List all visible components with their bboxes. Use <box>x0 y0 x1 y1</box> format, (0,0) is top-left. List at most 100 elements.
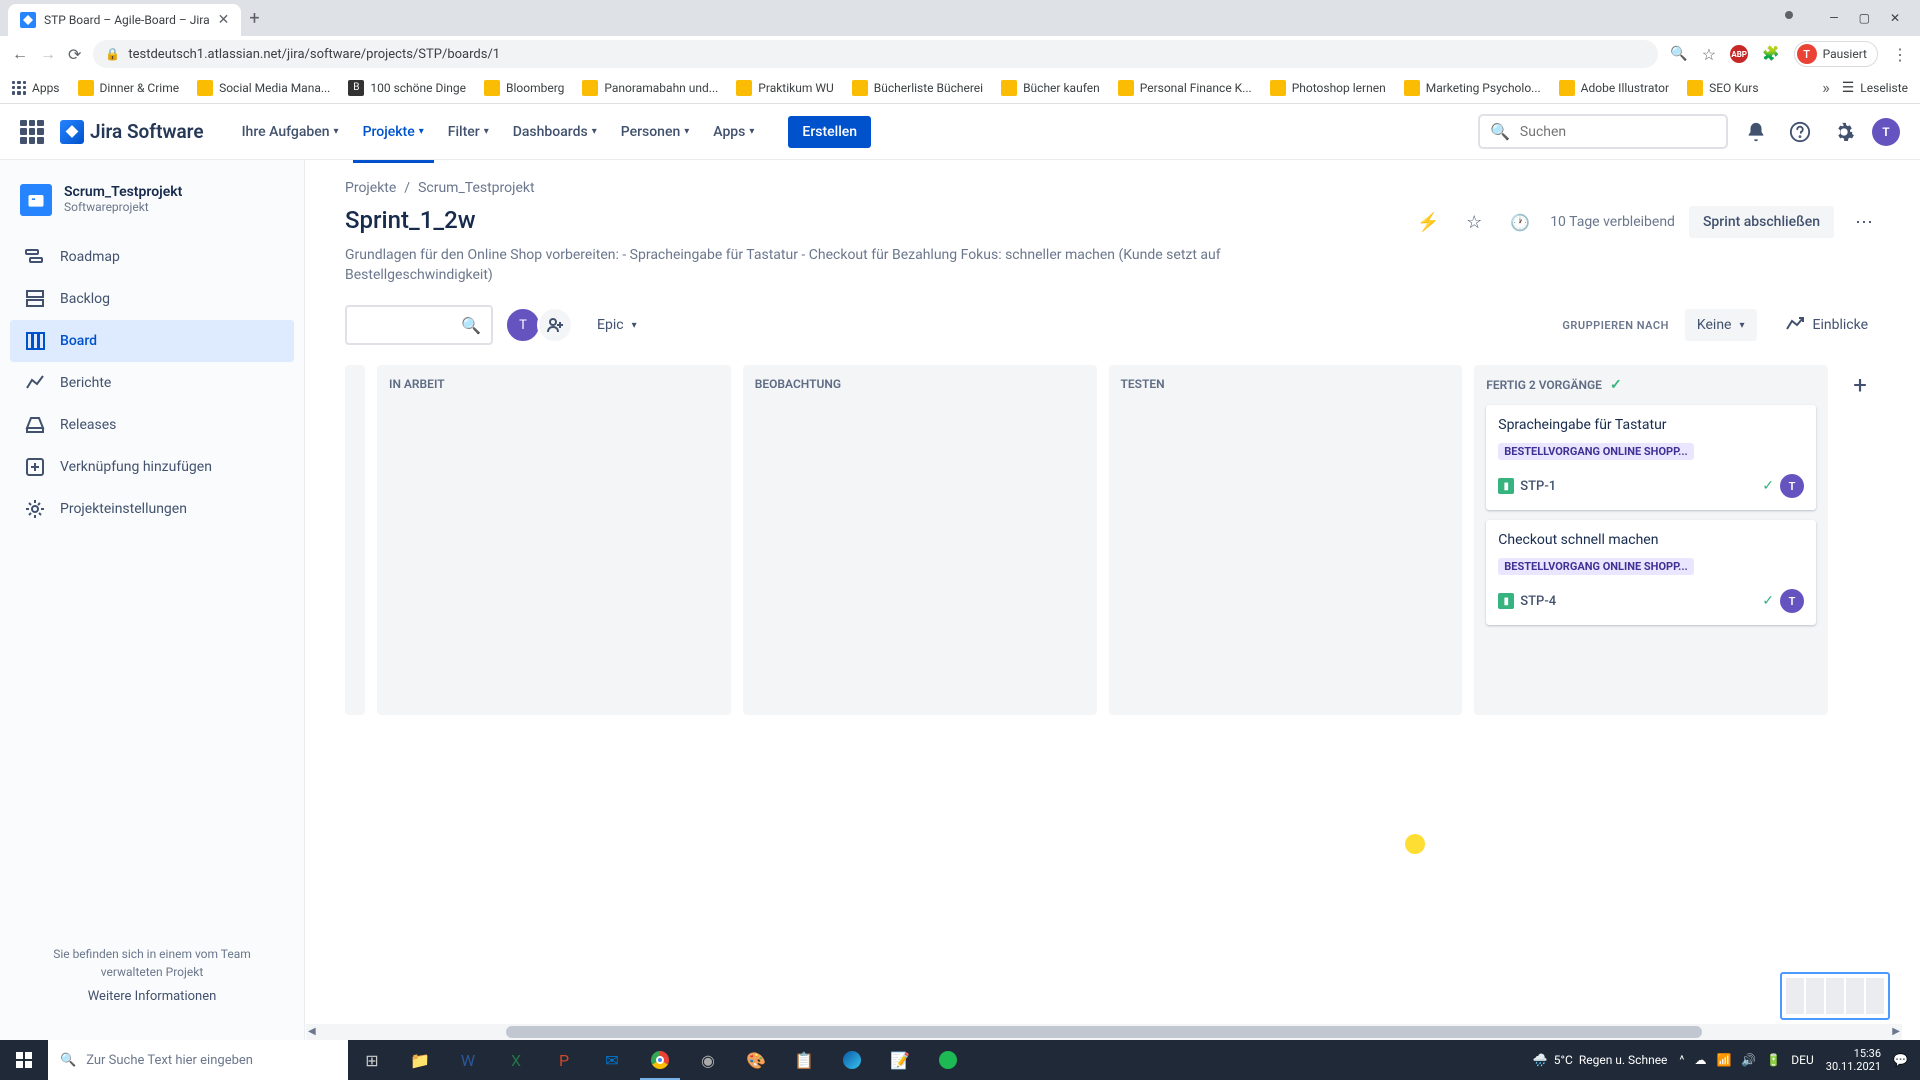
bookmark-item[interactable]: Marketing Psycholo... <box>1404 80 1541 96</box>
bookmark-item[interactable]: Personal Finance K... <box>1118 80 1252 96</box>
group-by-select[interactable]: Keine▾ <box>1685 309 1757 341</box>
automation-icon[interactable]: ⚡ <box>1412 206 1444 238</box>
complete-sprint-button[interactable]: Sprint abschließen <box>1689 206 1834 238</box>
bookmark-star-icon[interactable]: ☆ <box>1702 45 1716 64</box>
battery-icon[interactable]: 🔋 <box>1766 1053 1781 1067</box>
task-view-icon[interactable]: ⊞ <box>348 1040 396 1080</box>
sidebar-item-backlog[interactable]: Backlog <box>10 278 294 320</box>
browser-tab[interactable]: STP Board – Agile-Board – Jira ✕ <box>8 4 241 36</box>
bookmark-item[interactable]: B100 schöne Dinge <box>348 80 466 96</box>
add-people-button[interactable] <box>537 307 573 343</box>
breadcrumb-root[interactable]: Projekte <box>345 180 396 196</box>
jira-logo[interactable]: Jira Software <box>60 120 204 144</box>
bookmark-item[interactable]: Praktikum WU <box>736 80 833 96</box>
sidebar-item-add-link[interactable]: Verknüpfung hinzufügen <box>10 446 294 488</box>
clock[interactable]: 15:36 30.11.2021 <box>1826 1047 1881 1073</box>
global-search[interactable]: 🔍 <box>1478 114 1728 149</box>
notifications-tray-icon[interactable]: 💬 <box>1893 1053 1908 1067</box>
add-column-button[interactable]: + <box>1840 365 1880 405</box>
bookmarks-overflow[interactable]: » <box>1822 78 1830 97</box>
url-field[interactable]: 🔒 testdeutsch1.atlassian.net/jira/softwa… <box>93 40 1658 68</box>
column-review[interactable]: BEOBACHTUNG <box>743 365 1097 715</box>
bookmark-item[interactable]: SEO Kurs <box>1687 80 1758 96</box>
scroll-left-arrow[interactable]: ◀ <box>308 1026 316 1037</box>
volume-icon[interactable]: 🔊 <box>1741 1053 1756 1067</box>
board-search[interactable]: 🔍 <box>345 305 493 345</box>
edge-icon[interactable] <box>828 1040 876 1080</box>
sidebar-item-settings[interactable]: Projekteinstellungen <box>10 488 294 530</box>
onedrive-icon[interactable]: ☁ <box>1694 1053 1706 1067</box>
breadcrumb-project[interactable]: Scrum_Testprojekt <box>418 180 535 196</box>
board-minimap[interactable] <box>1780 972 1890 1020</box>
sidebar-item-roadmap[interactable]: Roadmap <box>10 236 294 278</box>
scroll-right-arrow[interactable]: ▶ <box>1892 1026 1900 1037</box>
weather-widget[interactable]: 🌧️ 5°C Regen u. Schnee <box>1533 1053 1668 1067</box>
sidebar-item-releases[interactable]: Releases <box>10 404 294 446</box>
user-avatar[interactable]: T <box>1872 118 1900 146</box>
more-actions-icon[interactable]: ⋯ <box>1848 206 1880 238</box>
bookmark-item[interactable]: Photoshop lernen <box>1270 80 1386 96</box>
nav-your-work[interactable]: Ihre Aufgaben▾ <box>232 116 349 148</box>
app-icon[interactable]: 🎨 <box>732 1040 780 1080</box>
spotify-icon[interactable] <box>924 1040 972 1080</box>
card-epic-label[interactable]: BESTELLVORGANG ONLINE SHOPP... <box>1498 443 1694 460</box>
bookmark-item[interactable]: Adobe Illustrator <box>1559 80 1669 96</box>
tray-overflow-icon[interactable]: ^ <box>1679 1053 1684 1067</box>
close-tab-icon[interactable]: ✕ <box>218 12 230 28</box>
column-done[interactable]: FERTIG 2 VORGÄNGE ✓ Spracheingabe für Ta… <box>1474 365 1828 715</box>
maximize-button[interactable]: ▢ <box>1859 11 1870 25</box>
bookmark-item[interactable]: Dinner & Crime <box>78 80 180 96</box>
settings-icon[interactable] <box>1828 116 1860 148</box>
abp-extension-icon[interactable]: ABP <box>1730 45 1748 63</box>
bookmark-item[interactable]: Bücher kaufen <box>1001 80 1100 96</box>
sidebar-footer-link[interactable]: Weitere Informationen <box>26 989 278 1004</box>
excel-icon[interactable]: X <box>492 1040 540 1080</box>
nav-projects[interactable]: Projekte▾ <box>353 116 434 148</box>
card-assignee-avatar[interactable]: T <box>1780 474 1804 498</box>
chrome-menu-icon[interactable]: ⋮ <box>1892 45 1908 64</box>
language-indicator[interactable]: DEU <box>1791 1053 1813 1067</box>
mail-icon[interactable]: ✉ <box>588 1040 636 1080</box>
card-key[interactable]: STP-4 <box>1520 594 1756 609</box>
forward-button[interactable]: → <box>40 44 56 64</box>
card-assignee-avatar[interactable]: T <box>1780 589 1804 613</box>
nav-dashboards[interactable]: Dashboards▾ <box>503 116 607 148</box>
help-icon[interactable] <box>1784 116 1816 148</box>
sidebar-item-reports[interactable]: Berichte <box>10 362 294 404</box>
nav-people[interactable]: Personen▾ <box>611 116 700 148</box>
file-explorer-icon[interactable]: 📁 <box>396 1040 444 1080</box>
new-tab-button[interactable]: + <box>249 8 259 29</box>
chrome-icon[interactable] <box>636 1040 684 1080</box>
epic-filter[interactable]: Epic▾ <box>585 309 649 341</box>
extensions-icon[interactable]: 🧩 <box>1762 46 1779 62</box>
column-test[interactable]: TESTEN <box>1109 365 1463 715</box>
scrollbar-thumb[interactable] <box>506 1026 1702 1038</box>
card-epic-label[interactable]: BESTELLVORGANG ONLINE SHOPP... <box>1498 558 1694 575</box>
issue-card[interactable]: Checkout schnell machen BESTELLVORGANG O… <box>1486 520 1816 625</box>
star-icon[interactable]: ☆ <box>1458 206 1490 238</box>
profile-chip[interactable]: T Pausiert <box>1794 41 1878 67</box>
card-key[interactable]: STP-1 <box>1520 479 1756 494</box>
search-input[interactable] <box>1520 124 1716 140</box>
assignee-filter-avatar[interactable]: T <box>505 307 541 343</box>
zoom-icon[interactable]: 🔍 <box>1670 46 1687 62</box>
notepad-icon[interactable]: 📝 <box>876 1040 924 1080</box>
notifications-icon[interactable] <box>1740 116 1772 148</box>
nav-apps[interactable]: Apps▾ <box>703 116 764 148</box>
app-switcher-icon[interactable] <box>20 120 44 144</box>
obs-icon[interactable]: ◉ <box>684 1040 732 1080</box>
start-button[interactable] <box>0 1040 48 1080</box>
bookmark-item[interactable]: Bücherliste Bücherei <box>852 80 983 96</box>
bookmark-item[interactable]: Bloomberg <box>484 80 564 96</box>
network-icon[interactable]: 📶 <box>1716 1053 1731 1067</box>
bookmark-item[interactable]: Social Media Mana... <box>197 80 330 96</box>
powerpoint-icon[interactable]: P <box>540 1040 588 1080</box>
insights-button[interactable]: Einblicke <box>1773 307 1880 343</box>
reload-button[interactable]: ⟳ <box>68 45 81 64</box>
apps-shortcut[interactable]: Apps <box>12 81 60 95</box>
close-window-button[interactable]: ✕ <box>1890 11 1900 25</box>
reading-list[interactable]: ☰Leseliste <box>1842 80 1908 96</box>
app-icon[interactable]: 📋 <box>780 1040 828 1080</box>
horizontal-scrollbar[interactable]: ◀ ▶ <box>306 1024 1902 1040</box>
back-button[interactable]: ← <box>12 44 28 64</box>
